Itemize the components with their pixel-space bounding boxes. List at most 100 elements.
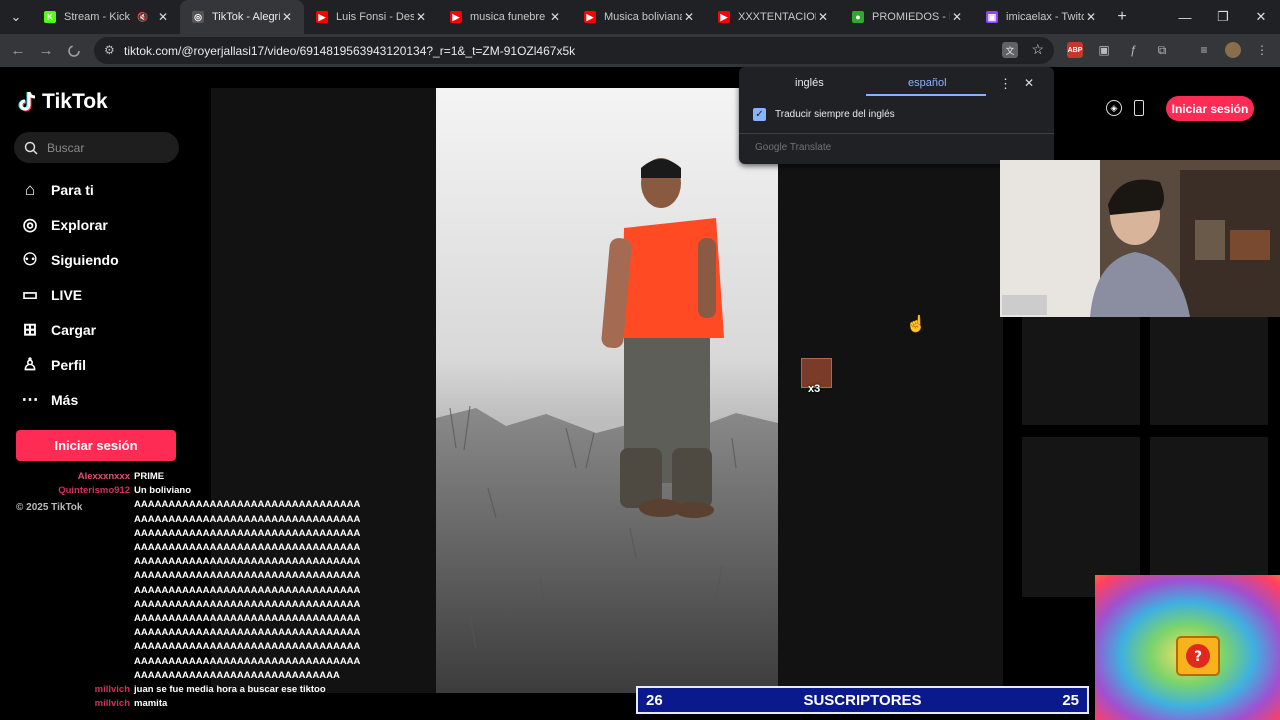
browser-tab[interactable]: ▶ Musica boliviana -✕ bbox=[572, 0, 706, 34]
browser-tab[interactable]: ▶ musica funebre - Y✕ bbox=[438, 0, 572, 34]
chat-text: AAAAAAAAAAAAAAAAAAAAAAAAAAAAAAAAA bbox=[134, 513, 361, 525]
close-tab-icon[interactable]: ✕ bbox=[156, 10, 170, 24]
close-icon[interactable]: ✕ bbox=[1024, 76, 1034, 90]
reload-icon[interactable] bbox=[60, 37, 88, 65]
sidebar-item-live[interactable]: ▭ LIVE bbox=[20, 283, 200, 307]
close-tab-icon[interactable]: ✕ bbox=[414, 10, 428, 24]
close-tab-icon[interactable]: ✕ bbox=[950, 10, 964, 24]
always-translate-checkbox[interactable]: ✓ bbox=[753, 108, 766, 121]
browser-tab[interactable]: ● PROMIEDOS - Fut✕ bbox=[840, 0, 974, 34]
close-window-button[interactable]: ✕ bbox=[1242, 0, 1280, 34]
video-thumbnail[interactable] bbox=[1150, 437, 1268, 597]
tab-favicon-icon: K bbox=[44, 11, 56, 23]
sidebar-login-button[interactable]: Iniciar sesión bbox=[16, 430, 176, 461]
streamer-webcam bbox=[1000, 160, 1280, 317]
tab-target-language[interactable]: español bbox=[908, 77, 947, 89]
svg-text:?: ? bbox=[1194, 649, 1202, 665]
video-thumbnail[interactable] bbox=[1022, 437, 1140, 597]
search-input[interactable]: Buscar bbox=[14, 132, 179, 163]
more-icon: ⋯ bbox=[21, 390, 39, 409]
sidebar-item-perfil[interactable]: ♙ Perfil bbox=[20, 353, 200, 377]
restore-button[interactable]: ❐ bbox=[1204, 0, 1242, 34]
video-thumbnail[interactable] bbox=[1022, 317, 1140, 425]
extension-f-icon[interactable]: ƒ bbox=[1125, 42, 1141, 58]
new-tab-button[interactable]: + bbox=[1108, 0, 1136, 34]
chat-text: AAAAAAAAAAAAAAAAAAAAAAAAAAAAAAAAA bbox=[134, 556, 361, 568]
profile-avatar[interactable] bbox=[1225, 42, 1241, 58]
search-placeholder: Buscar bbox=[47, 140, 85, 155]
tab-favicon-icon: ▶ bbox=[718, 11, 730, 23]
get-app-icon[interactable] bbox=[1134, 100, 1144, 116]
webcam-image bbox=[1000, 160, 1280, 317]
site-info-icon[interactable]: ⚙ bbox=[104, 43, 115, 57]
chat-text: AAAAAAAAAAAAAAAAAAAAAAAAAAAAAAAAA bbox=[134, 499, 361, 511]
chat-username bbox=[0, 498, 134, 512]
sidebar-item-label: LIVE bbox=[51, 287, 83, 303]
media-control-icon[interactable]: ≡ bbox=[1196, 42, 1212, 58]
google-translate-footer: Google Translate bbox=[755, 142, 832, 153]
chat-text: PRIME bbox=[134, 471, 165, 482]
divider bbox=[739, 133, 1054, 134]
chat-message: millvich juan se fue media hora a buscar … bbox=[0, 683, 400, 697]
chat-message: AAAAAAAAAAAAAAAAAAAAAAAAAAAAAAAAA bbox=[0, 612, 400, 626]
forward-button[interactable]: → bbox=[32, 37, 60, 65]
browser-tab[interactable]: ▣ imicaelax - Twitch ✕ bbox=[974, 0, 1108, 34]
chat-text: Un boliviano bbox=[134, 485, 191, 497]
browser-tab[interactable]: ◎ TikTok - Alegría ✕ bbox=[180, 0, 304, 34]
adblock-icon[interactable]: ABP bbox=[1067, 42, 1083, 58]
sidebar-item-para-ti[interactable]: ⌂ Para ti bbox=[20, 178, 200, 202]
profile-icon: ♙ bbox=[22, 355, 38, 374]
browser-toolbar: ← → ⚙ tiktok.com/@royerjallasi17/video/6… bbox=[0, 34, 1280, 67]
chat-message: AAAAAAAAAAAAAAAAAAAAAAAAAAAAAAAAA bbox=[0, 640, 400, 654]
subs-label: SUSCRIPTORES bbox=[803, 691, 922, 709]
translate-icon[interactable]: 文 bbox=[1002, 42, 1018, 58]
sidebar-item-label: Siguiendo bbox=[51, 252, 119, 268]
close-tab-icon[interactable]: ✕ bbox=[682, 10, 696, 24]
sidebar-item-cargar[interactable]: ⊞ Cargar bbox=[20, 318, 200, 342]
video-thumbnail[interactable] bbox=[1150, 317, 1268, 425]
browser-menu-icon[interactable]: ⋮ bbox=[1254, 42, 1270, 58]
header-login-button[interactable]: Iniciar sesión bbox=[1166, 96, 1254, 121]
back-button[interactable]: ← bbox=[4, 37, 32, 65]
chat-text: AAAAAAAAAAAAAAAAAAAAAAAAAAAAAAAAA bbox=[134, 570, 361, 582]
subscribers-bar: 26 SUSCRIPTORES 25 bbox=[636, 686, 1089, 714]
tab-title: imicaelax - Twitch bbox=[1006, 11, 1084, 23]
chat-message: millvich mamita bbox=[0, 697, 400, 711]
chat-text: AAAAAAAAAAAAAAAAAAAAAAAAAAAAAAAAA bbox=[134, 584, 361, 596]
muted-icon[interactable]: 🔇 bbox=[136, 12, 150, 23]
browser-tab[interactable]: K Stream - Kick 🔇 ✕ bbox=[32, 0, 180, 34]
sidebar-item-más[interactable]: ⋯ Más bbox=[20, 388, 200, 412]
extensions-puzzle-icon[interactable]: ⧉ bbox=[1154, 42, 1170, 58]
creator-tools-icon[interactable]: ◈ bbox=[1106, 100, 1122, 116]
chat-text: AAAAAAAAAAAAAAAAAAAAAAAAAAAAAAAAA bbox=[134, 598, 361, 610]
browser-tab[interactable]: ▶ Luis Fonsi - Despa✕ bbox=[304, 0, 438, 34]
close-tab-icon[interactable]: ✕ bbox=[280, 10, 294, 24]
bookmark-star-icon[interactable]: ☆ bbox=[1031, 41, 1044, 58]
chat-text: AAAAAAAAAAAAAAAAAAAAAAAAAAAAAAAAA bbox=[134, 641, 361, 653]
tiktok-logo[interactable]: TikTok bbox=[18, 90, 108, 114]
tab-search-icon[interactable]: ⌄ bbox=[0, 0, 32, 34]
upload-icon: ⊞ bbox=[22, 320, 38, 339]
chat-message: AAAAAAAAAAAAAAAAAAAAAAAAAAAAAAAAA bbox=[0, 626, 400, 640]
url-text: tiktok.com/@royerjallasi17/video/6914819… bbox=[124, 43, 576, 58]
extension-box-icon[interactable]: ▣ bbox=[1096, 42, 1112, 58]
tab-title: Stream - Kick bbox=[64, 11, 131, 23]
live-icon: ▭ bbox=[21, 285, 39, 304]
tab-source-language[interactable]: inglés bbox=[795, 77, 824, 89]
chat-message: AAAAAAAAAAAAAAAAAAAAAAAAAAAAAAAAA bbox=[0, 584, 400, 598]
translate-options-icon[interactable]: ⋮ bbox=[999, 76, 1012, 92]
close-tab-icon[interactable]: ✕ bbox=[816, 10, 830, 24]
video-player[interactable] bbox=[436, 88, 778, 693]
close-tab-icon[interactable]: ✕ bbox=[548, 10, 562, 24]
browser-tab[interactable]: ▶ XXXTENTACION -✕ bbox=[706, 0, 840, 34]
chat-username bbox=[0, 513, 134, 527]
sidebar-item-siguiendo[interactable]: ⚇ Siguiendo bbox=[20, 248, 200, 272]
chat-username: Quinterismo912 bbox=[58, 485, 130, 497]
close-tab-icon[interactable]: ✕ bbox=[1084, 10, 1098, 24]
chat-message: AAAAAAAAAAAAAAAAAAAAAAAAAAAAAAAAA bbox=[0, 513, 400, 527]
sidebar-item-explorar[interactable]: ◎ Explorar bbox=[20, 213, 200, 237]
chat-text: AAAAAAAAAAAAAAAAAAAAAAAAAAAAAA bbox=[134, 669, 340, 681]
chat-username bbox=[0, 655, 134, 669]
address-bar[interactable]: ⚙ tiktok.com/@royerjallasi17/video/69148… bbox=[94, 37, 1054, 64]
minimize-button[interactable]: — bbox=[1166, 0, 1204, 34]
